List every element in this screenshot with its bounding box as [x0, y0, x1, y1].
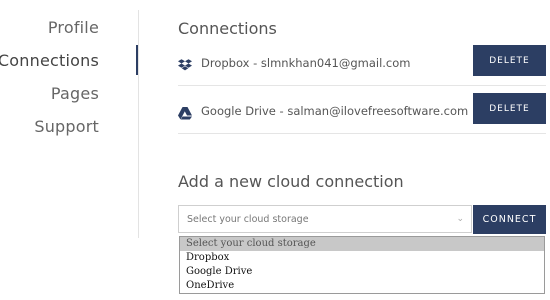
connection-label: Google Drive - salman@ilovefreesoftware.… — [201, 104, 469, 118]
dropdown-option-placeholder[interactable]: Select your cloud storage — [180, 237, 544, 251]
chevron-down-icon: ⌄ — [456, 214, 464, 224]
sidebar-item-profile[interactable]: Profile — [48, 18, 99, 37]
cloud-storage-select[interactable]: Select your cloud storage ⌄ — [178, 205, 472, 233]
select-value: Select your cloud storage — [187, 214, 309, 225]
delete-dropbox-button[interactable]: DELETE — [473, 45, 546, 76]
connection-label: Dropbox - slmnkhan041@gmail.com — [201, 56, 411, 70]
sidebar-item-support[interactable]: Support — [34, 117, 99, 136]
sidebar-divider — [138, 10, 139, 238]
sidebar-item-connections[interactable]: Connections — [0, 45, 139, 75]
delete-google-drive-button[interactable]: DELETE — [473, 93, 546, 124]
dropdown-option-onedrive[interactable]: OneDrive — [180, 279, 544, 293]
add-connection-title: Add a new cloud connection — [178, 172, 404, 191]
google-drive-icon — [178, 105, 192, 120]
connection-row-google-drive: Google Drive - salman@ilovefreesoftware.… — [178, 93, 546, 134]
sidebar-item-pages[interactable]: Pages — [51, 84, 99, 103]
dropdown-option-dropbox[interactable]: Dropbox — [180, 251, 544, 265]
connect-button[interactable]: CONNECT — [473, 205, 546, 234]
cloud-storage-dropdown: Select your cloud storage Dropbox Google… — [179, 236, 545, 294]
sidebar: Profile Connections Pages Support — [0, 0, 139, 244]
connections-title: Connections — [178, 19, 277, 38]
connection-row-dropbox: Dropbox - slmnkhan041@gmail.com DELETE — [178, 45, 546, 86]
dropdown-option-google-drive[interactable]: Google Drive — [180, 265, 544, 279]
dropbox-icon — [178, 57, 192, 71]
